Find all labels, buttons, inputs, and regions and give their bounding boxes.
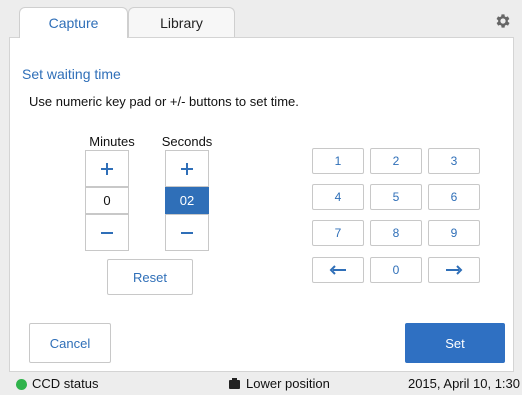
plus-icon [101,162,113,175]
tab-capture[interactable]: Capture [19,7,128,38]
main-panel: Set waiting time Use numeric key pad or … [9,37,514,372]
minutes-value[interactable]: 0 [85,187,129,214]
cancel-label: Cancel [49,335,91,351]
seconds-label: Seconds [161,134,213,149]
tab-library-label: Library [160,14,203,31]
minutes-decrement-button[interactable] [85,214,129,251]
minutes-label: Minutes [89,134,135,149]
key-4[interactable]: 4 [312,184,364,210]
key-2[interactable]: 2 [370,148,422,174]
key-8[interactable]: 8 [370,220,422,246]
minus-icon [101,231,113,234]
set-label: Set [445,335,465,351]
key-forward[interactable] [428,257,480,283]
instruction-text: Use numeric key pad or +/- buttons to se… [29,94,299,109]
reset-label: Reset [133,269,167,285]
page-title: Set waiting time [22,66,121,82]
key-3[interactable]: 3 [428,148,480,174]
key-7[interactable]: 7 [312,220,364,246]
key-backspace[interactable] [312,257,364,283]
tab-capture-label: Capture [48,15,99,31]
key-1[interactable]: 1 [312,148,364,174]
arrow-left-icon [329,265,346,275]
ccd-status-indicator [16,379,27,390]
key-5[interactable]: 5 [370,184,422,210]
arrow-right-icon [446,265,463,275]
seconds-decrement-button[interactable] [165,214,209,251]
key-9[interactable]: 9 [428,220,480,246]
reset-button[interactable]: Reset [107,259,193,295]
cancel-button[interactable]: Cancel [29,323,111,363]
key-6[interactable]: 6 [428,184,480,210]
status-bar: CCD status Lower position 2015, April 10… [0,374,522,395]
tab-library[interactable]: Library [128,7,235,37]
seconds-value[interactable]: 02 [165,187,209,214]
seconds-increment-button[interactable] [165,150,209,187]
key-0[interactable]: 0 [370,257,422,283]
ccd-status-text: CCD status [32,376,99,391]
position-text: Lower position [246,376,330,391]
camera-icon [228,377,241,390]
minutes-increment-button[interactable] [85,150,129,187]
set-button[interactable]: Set [405,323,505,363]
datetime: 2015, April 10, 1:30 [407,376,520,391]
plus-icon [181,162,193,175]
gear-icon[interactable] [494,12,512,30]
minus-icon [181,231,193,234]
